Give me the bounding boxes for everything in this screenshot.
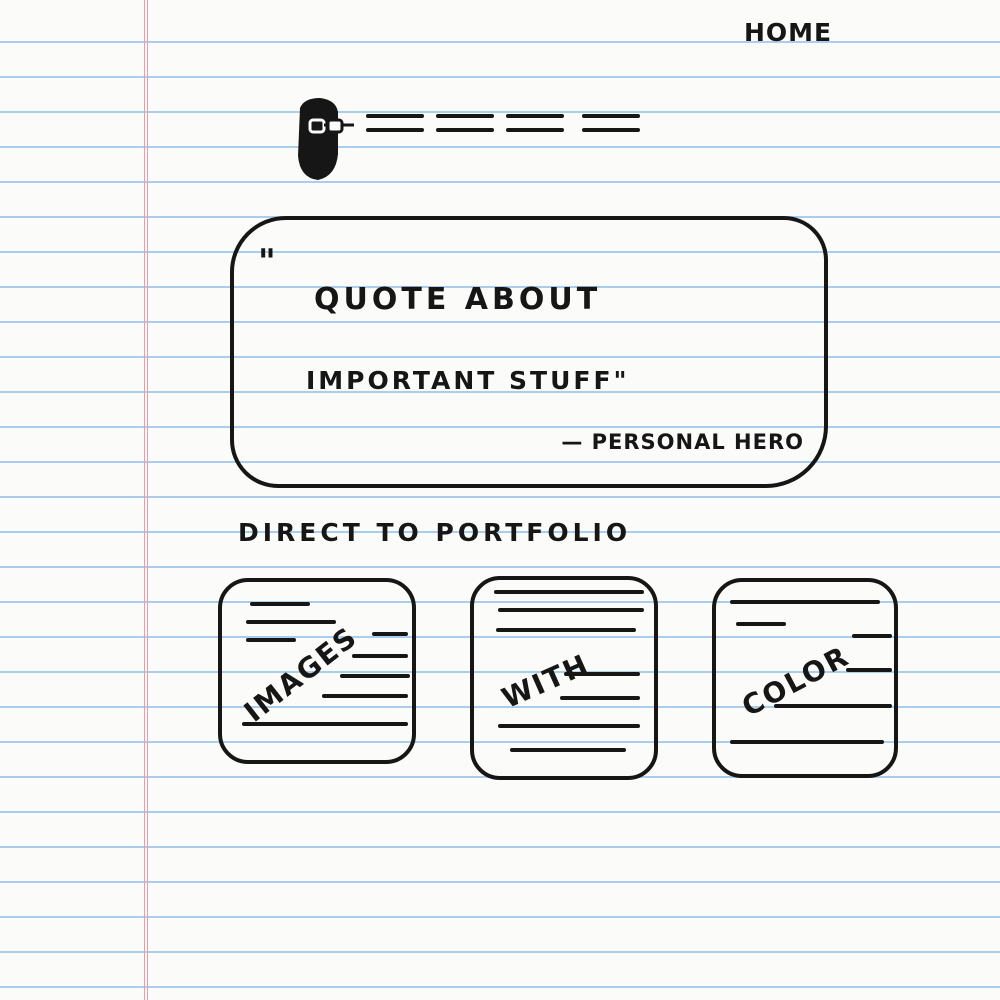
header-nav <box>290 96 650 182</box>
avatar-icon[interactable] <box>290 96 360 182</box>
portfolio-card-with[interactable]: WITH <box>470 576 658 780</box>
portfolio-card-label: COLOR <box>736 639 855 724</box>
notebook-margin-line <box>144 0 148 1000</box>
quote-attribution: — PERSONAL HERO <box>561 430 804 454</box>
portfolio-card-images[interactable]: IMAGES <box>218 578 416 764</box>
quote-text-line-2: IMPORTANT STUFF" <box>306 366 630 395</box>
portfolio-heading: DIRECT TO PORTFOLIO <box>238 518 632 547</box>
nav-link-3[interactable] <box>506 106 564 134</box>
portfolio-card-label: WITH <box>496 647 595 716</box>
nav-link-2[interactable] <box>436 106 494 134</box>
portfolio-card-color[interactable]: COLOR <box>712 578 898 778</box>
page-title: HOME <box>744 18 833 47</box>
nav-link-4[interactable] <box>582 106 640 134</box>
hero-quote-card: " QUOTE ABOUT IMPORTANT STUFF" — PERSONA… <box>230 216 828 488</box>
quote-open-mark: " <box>258 242 278 282</box>
quote-text-line-1: QUOTE ABOUT <box>314 282 602 317</box>
nav-link-1[interactable] <box>366 106 424 134</box>
